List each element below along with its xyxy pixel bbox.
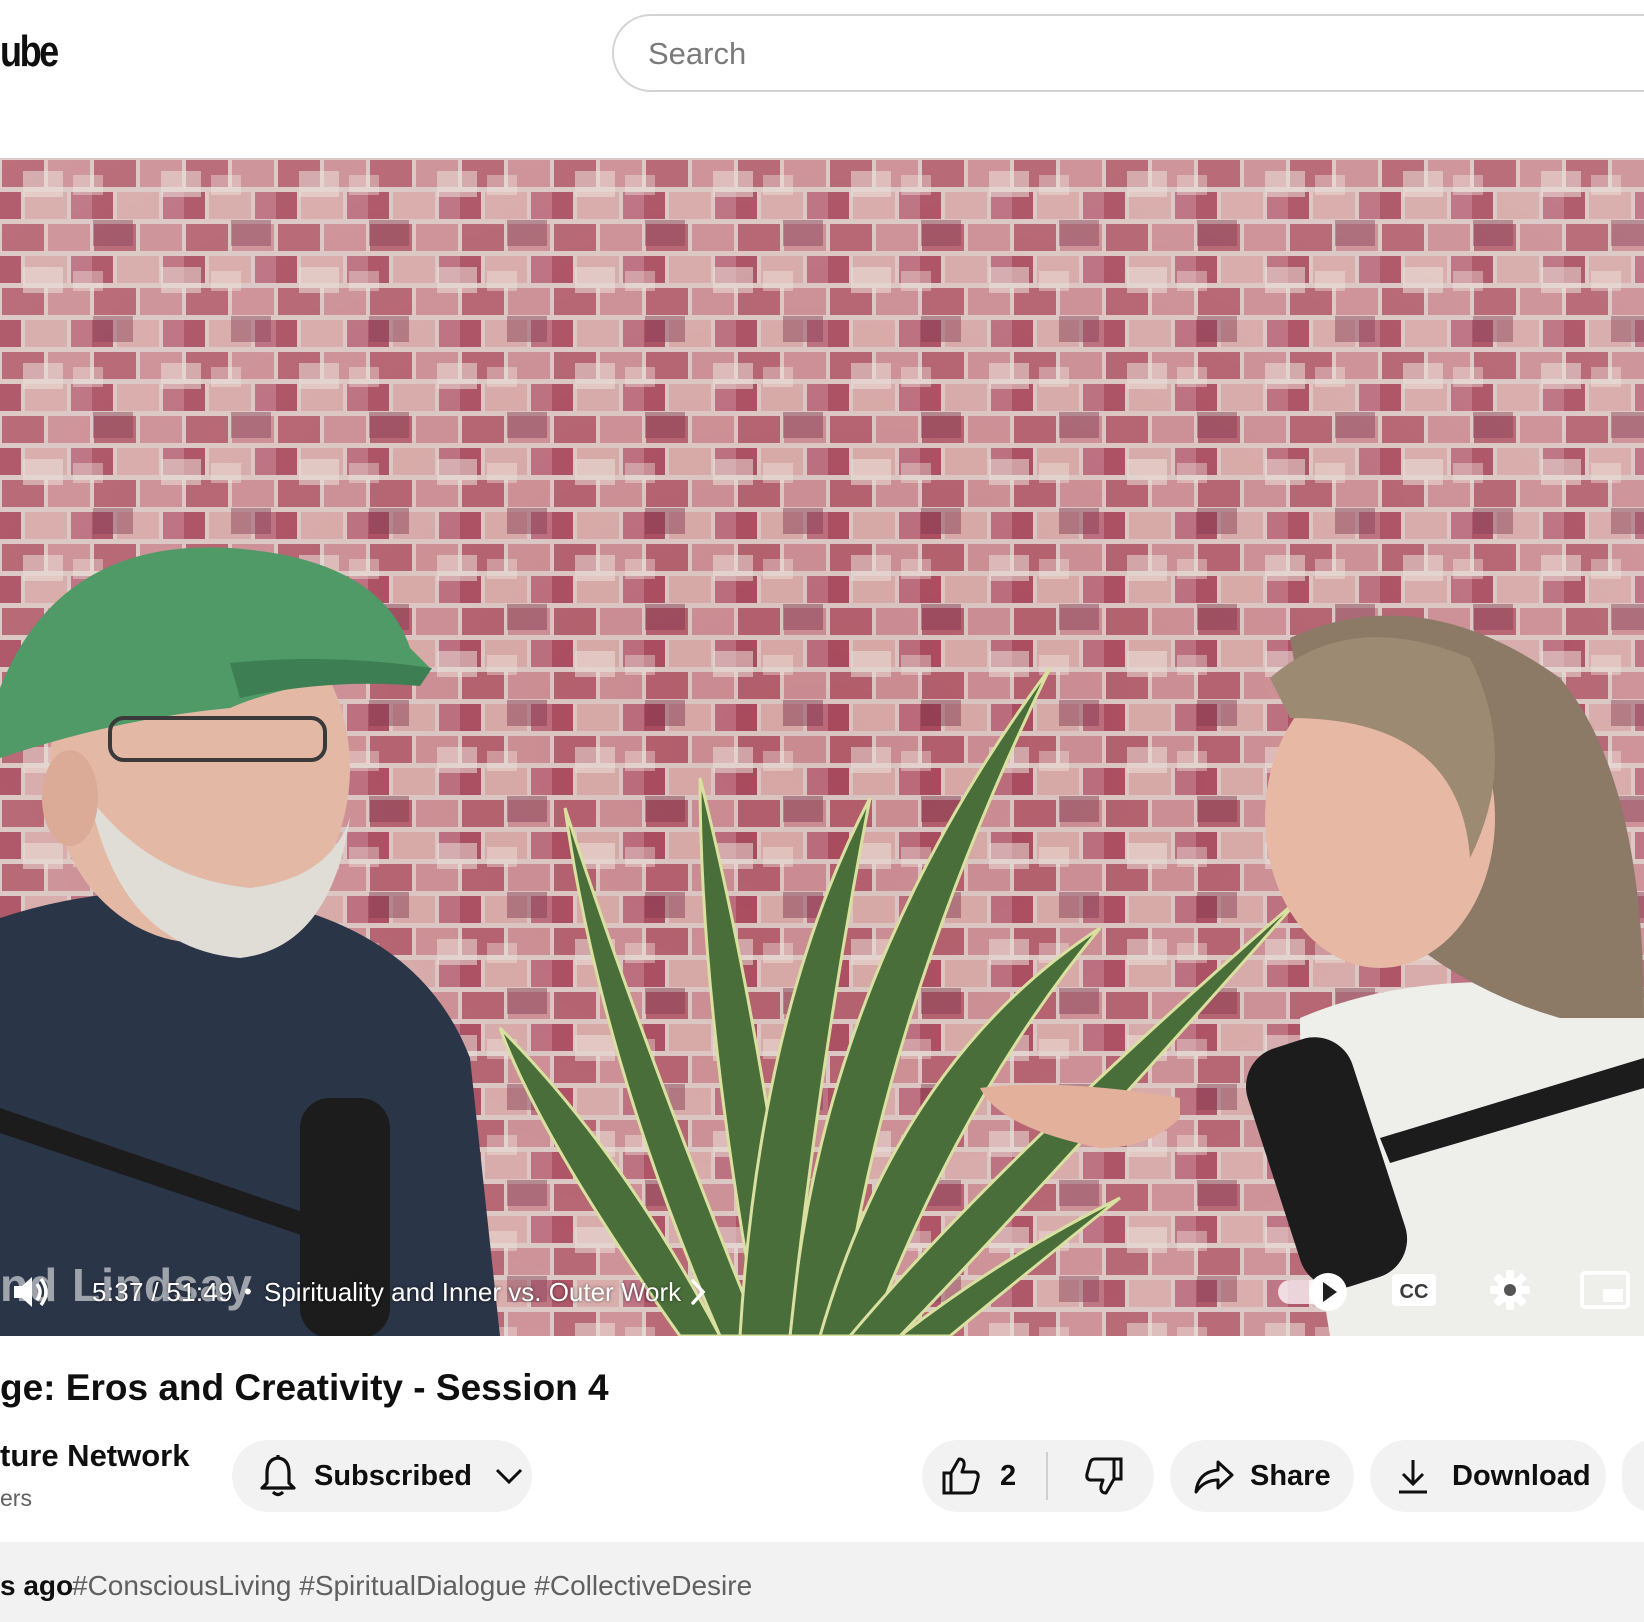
share-button[interactable]: Share bbox=[1170, 1440, 1354, 1512]
thumbs-down-icon bbox=[1085, 1457, 1123, 1495]
download-button[interactable]: Download bbox=[1370, 1440, 1606, 1512]
chevron-right-icon bbox=[691, 1279, 706, 1305]
captions-button[interactable]: CC bbox=[1390, 1270, 1438, 1310]
subscribed-label: Subscribed bbox=[314, 1459, 472, 1492]
settings-button[interactable] bbox=[1488, 1268, 1532, 1312]
svg-text:CC: CC bbox=[1400, 1281, 1429, 1303]
time-display: 5:37 / 51:49 bbox=[92, 1277, 233, 1307]
youtube-logo[interactable]: ube bbox=[0, 22, 59, 82]
autoplay-toggle[interactable] bbox=[1276, 1270, 1350, 1314]
channel-name[interactable]: ture Network bbox=[0, 1432, 189, 1480]
like-divider bbox=[1046, 1452, 1048, 1500]
autoplay-toggle-icon bbox=[1278, 1273, 1347, 1311]
video-frame bbox=[0, 158, 1644, 1336]
chapter-title[interactable]: Spirituality and Inner vs. Outer Work bbox=[264, 1272, 681, 1312]
video-player[interactable]: nd Lindsay bbox=[0, 158, 1644, 1336]
chevron-down-icon bbox=[495, 1468, 522, 1485]
like-count: 2 bbox=[1000, 1459, 1017, 1492]
volume-button[interactable] bbox=[8, 1268, 56, 1316]
separator-dot: • bbox=[244, 1279, 252, 1304]
share-label: Share bbox=[1250, 1459, 1331, 1492]
search-bar[interactable] bbox=[612, 14, 1644, 92]
volume-icon bbox=[14, 1277, 48, 1307]
thumbs-up-icon bbox=[942, 1457, 980, 1495]
download-label: Download bbox=[1452, 1459, 1591, 1492]
more-actions-button[interactable] bbox=[1622, 1440, 1644, 1512]
chapter-next-button[interactable] bbox=[682, 1276, 714, 1308]
settings-icon bbox=[1490, 1270, 1530, 1310]
subscribed-button[interactable]: Subscribed bbox=[232, 1440, 532, 1512]
hashtags[interactable]: #ConsciousLiving #SpiritualDialogue #Col… bbox=[72, 1566, 752, 1606]
captions-icon: CC bbox=[1392, 1274, 1436, 1306]
dislike-button[interactable] bbox=[1068, 1444, 1140, 1508]
miniplayer-icon bbox=[1580, 1271, 1630, 1309]
miniplayer-button[interactable] bbox=[1578, 1268, 1634, 1312]
subscriber-count: ers bbox=[0, 1485, 32, 1511]
bell-icon bbox=[260, 1455, 296, 1497]
search-input[interactable] bbox=[646, 16, 1550, 92]
upload-date: s ago bbox=[0, 1570, 74, 1601]
video-title: ge: Eros and Creativity - Session 4 bbox=[0, 1367, 609, 1408]
download-icon bbox=[1399, 1460, 1427, 1494]
like-button[interactable]: 2 bbox=[940, 1444, 1050, 1508]
share-icon bbox=[1194, 1460, 1234, 1494]
